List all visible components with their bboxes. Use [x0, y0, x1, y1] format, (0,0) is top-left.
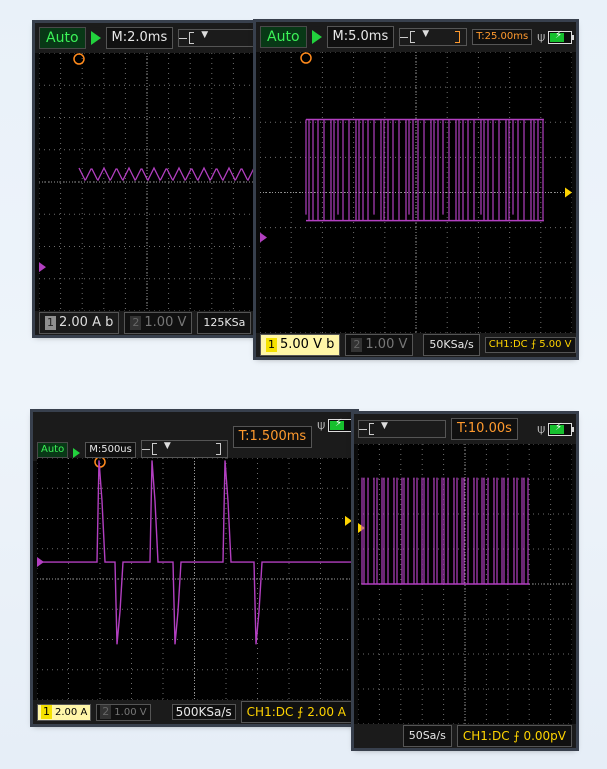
waveform-screen	[260, 52, 572, 333]
waveform-screen	[37, 458, 352, 700]
waveform-svg	[39, 53, 255, 311]
waveform-screen	[39, 53, 255, 311]
channel-ground-marker-icon	[260, 232, 267, 243]
auto-mode-button[interactable]: Auto	[39, 27, 86, 49]
channel-ground-marker-icon	[39, 262, 46, 273]
scope-panel-4: ▼ T:10.00s ⍦ ⚡ 50Sa/s CH1:DC ⨍ 0.00pV	[354, 414, 576, 748]
scope-panel-1: Auto M:2.0ms ▼ 1 2.00 A b 2 1.00 V 125KSa	[35, 23, 259, 335]
timebase-box[interactable]: M:2.0ms	[105, 27, 174, 49]
trigger-marker-icon	[300, 52, 312, 64]
run-triangle-icon[interactable]	[311, 30, 322, 44]
ch1-scale-box[interactable]: 1 5.00 V b	[260, 334, 341, 356]
ch2-scale-box[interactable]: 2 1.00 V	[345, 334, 414, 356]
top-bar: Auto M:5.0ms ▼ T:25.00ms ⍦ ⚡	[256, 22, 576, 52]
status-icons: ⍦ ⚡	[317, 418, 354, 433]
trigger-time-box: T:25.00ms	[472, 29, 533, 45]
battery-charging-icon: ⚡	[548, 422, 574, 436]
trigger-time-box: T:1.500ms	[232, 426, 313, 448]
top-bar: Auto M:2.0ms ▼	[35, 23, 259, 53]
sample-rate-box: 50Sa/s	[402, 725, 452, 747]
usb-icon: ⍦	[317, 418, 325, 433]
top-bar: ▼ T:10.00s ⍦ ⚡	[354, 414, 576, 444]
ch2-scale-box[interactable]: 2 1.00 V	[124, 312, 193, 334]
run-triangle-icon[interactable]	[73, 448, 81, 458]
usb-icon: ⍦	[537, 421, 545, 437]
scope-panel-2: Auto M:5.0ms ▼ T:25.00ms ⍦ ⚡ 1 5.00 V b 2…	[256, 22, 576, 357]
waveform-svg	[37, 458, 352, 700]
bottom-bar: 50Sa/s CH1:DC ⨍ 0.00pV	[354, 724, 576, 748]
trigger-position-bar[interactable]: ▼	[399, 28, 468, 46]
bottom-bar: 1 2.00 A 2 1.00 V 500KSa/s CH1:DC ⨍ 2.00 A	[33, 700, 356, 724]
bottom-bar: 1 5.00 V b 2 1.00 V 50KSa/s CH1:DC ⨍ 5.00 …	[256, 333, 576, 357]
auto-mode-button[interactable]: Auto	[37, 442, 69, 458]
usb-icon: ⍦	[537, 29, 545, 45]
trigger-level-arrow-icon	[565, 187, 572, 198]
trigger-info-box: CH1:DC ⨍ 5.00 V	[484, 337, 576, 353]
ch1-scale-box[interactable]: 1 2.00 A b	[39, 312, 120, 334]
trigger-time-box: T:10.00s	[451, 418, 518, 440]
trigger-position-bar[interactable]: ▼	[178, 29, 255, 47]
status-icons: ⍦ ⚡	[537, 421, 574, 437]
ch1-waveform	[78, 166, 255, 182]
battery-charging-icon: ⚡	[548, 30, 574, 44]
status-icons: ⍦ ⚡	[537, 29, 574, 45]
run-triangle-icon[interactable]	[90, 31, 101, 45]
timebase-box[interactable]: M:500us	[85, 442, 136, 458]
sample-rate-box: 500KSa/s	[171, 704, 236, 720]
ch2-scale-box[interactable]: 2 1.00 V	[96, 703, 151, 721]
waveform-svg	[358, 444, 572, 724]
trigger-position-bar[interactable]: ▼	[358, 420, 446, 438]
ch1-scale-box[interactable]: 1 2.00 A	[37, 703, 92, 721]
waveform-svg	[260, 52, 572, 333]
bottom-bar: 1 2.00 A b 2 1.00 V 125KSa	[35, 311, 259, 335]
trigger-level-arrow-icon	[345, 515, 352, 526]
sample-rate-box: 125KSa	[197, 312, 252, 334]
ch1-waveform	[361, 477, 529, 584]
ch1-waveform	[305, 119, 544, 221]
timebase-box[interactable]: M:5.0ms	[326, 26, 395, 48]
trigger-info-box: CH1:DC ⨍ 2.00 A	[240, 701, 352, 723]
trigger-position-bar[interactable]: ▼	[140, 440, 228, 458]
sample-rate-box: 50KSa/s	[423, 334, 480, 356]
waveform-screen	[358, 444, 572, 724]
battery-charging-icon: ⚡	[328, 418, 354, 432]
auto-mode-button[interactable]: Auto	[260, 26, 307, 48]
trigger-info-box: CH1:DC ⨍ 0.00pV	[456, 725, 572, 747]
scope-panel-3: Auto M:500us ▼ T:1.500ms ⍦ ⚡ 1 2.00 A 2 1.…	[33, 412, 356, 724]
top-bar: Auto M:500us ▼ T:1.500ms ⍦ ⚡	[33, 412, 356, 461]
